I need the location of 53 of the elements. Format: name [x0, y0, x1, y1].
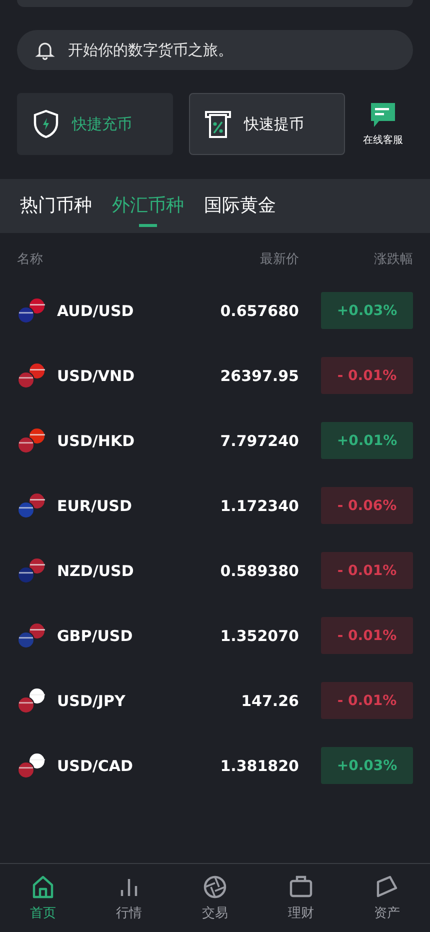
flags-icon	[17, 688, 47, 714]
support-button[interactable]: 在线客服	[361, 102, 403, 146]
column-header: 涨跌幅	[373, 251, 413, 268]
column-header: 名称	[17, 251, 44, 268]
nav-item[interactable]: 交易	[192, 874, 238, 922]
nav-item[interactable]: 理财	[278, 874, 324, 922]
change-badge: - 0.01%	[321, 357, 413, 394]
currency-pair: USD/VND	[57, 366, 136, 384]
chat-icon	[370, 102, 396, 128]
price: 1.381820	[219, 756, 299, 774]
tab[interactable]: 国际黄金	[196, 185, 284, 227]
flags-icon	[17, 622, 47, 648]
currency-pair: GBP/USD	[57, 626, 134, 644]
change-badge: - 0.06%	[321, 487, 413, 524]
price: 0.589380	[219, 562, 299, 580]
aperture-icon	[202, 874, 228, 900]
flags-icon	[17, 558, 47, 584]
currency-pair: USD/JPY	[57, 692, 126, 710]
change-badge: +0.01%	[321, 422, 413, 459]
receipt-icon	[204, 109, 232, 139]
nav-item[interactable]: 行情	[106, 874, 152, 922]
change-badge: +0.03%	[321, 292, 413, 329]
currency-pair: USD/CAD	[57, 756, 134, 774]
price: 1.352070	[219, 626, 299, 644]
flags-icon	[17, 492, 47, 518]
price: 0.657680	[219, 302, 299, 320]
briefcase-icon	[288, 874, 314, 900]
change-badge: - 0.01%	[321, 682, 413, 719]
quick-action-button[interactable]: 快捷充币	[17, 93, 173, 155]
notice-text: 开始你的数字货币之旅。	[68, 40, 233, 60]
quick-action-button[interactable]: 快速提币	[189, 93, 345, 155]
change-badge: - 0.01%	[321, 617, 413, 654]
shield-icon	[32, 109, 60, 139]
house-icon	[30, 874, 56, 900]
price: 7.797240	[219, 432, 299, 450]
currency-pair: USD/HKD	[57, 432, 136, 450]
change-badge: +0.03%	[321, 747, 413, 784]
flags-icon	[17, 298, 47, 324]
price: 26397.95	[219, 366, 299, 384]
change-badge: - 0.01%	[321, 552, 413, 589]
price: 1.172340	[219, 496, 299, 514]
flags-icon	[17, 428, 47, 454]
flags-icon	[17, 752, 47, 778]
price: 147.26	[240, 692, 299, 710]
tab[interactable]: 热门币种	[12, 185, 100, 227]
tab[interactable]: 外汇币种	[104, 185, 192, 227]
nav-item[interactable]: 资产	[364, 874, 410, 922]
column-header: 最新价	[259, 251, 299, 268]
currency-pair: NZD/USD	[57, 562, 135, 580]
flags-icon	[17, 362, 47, 388]
currency-pair: AUD/USD	[57, 302, 135, 320]
currency-pair: EUR/USD	[57, 496, 133, 514]
nav-item[interactable]: 首页	[20, 874, 66, 922]
